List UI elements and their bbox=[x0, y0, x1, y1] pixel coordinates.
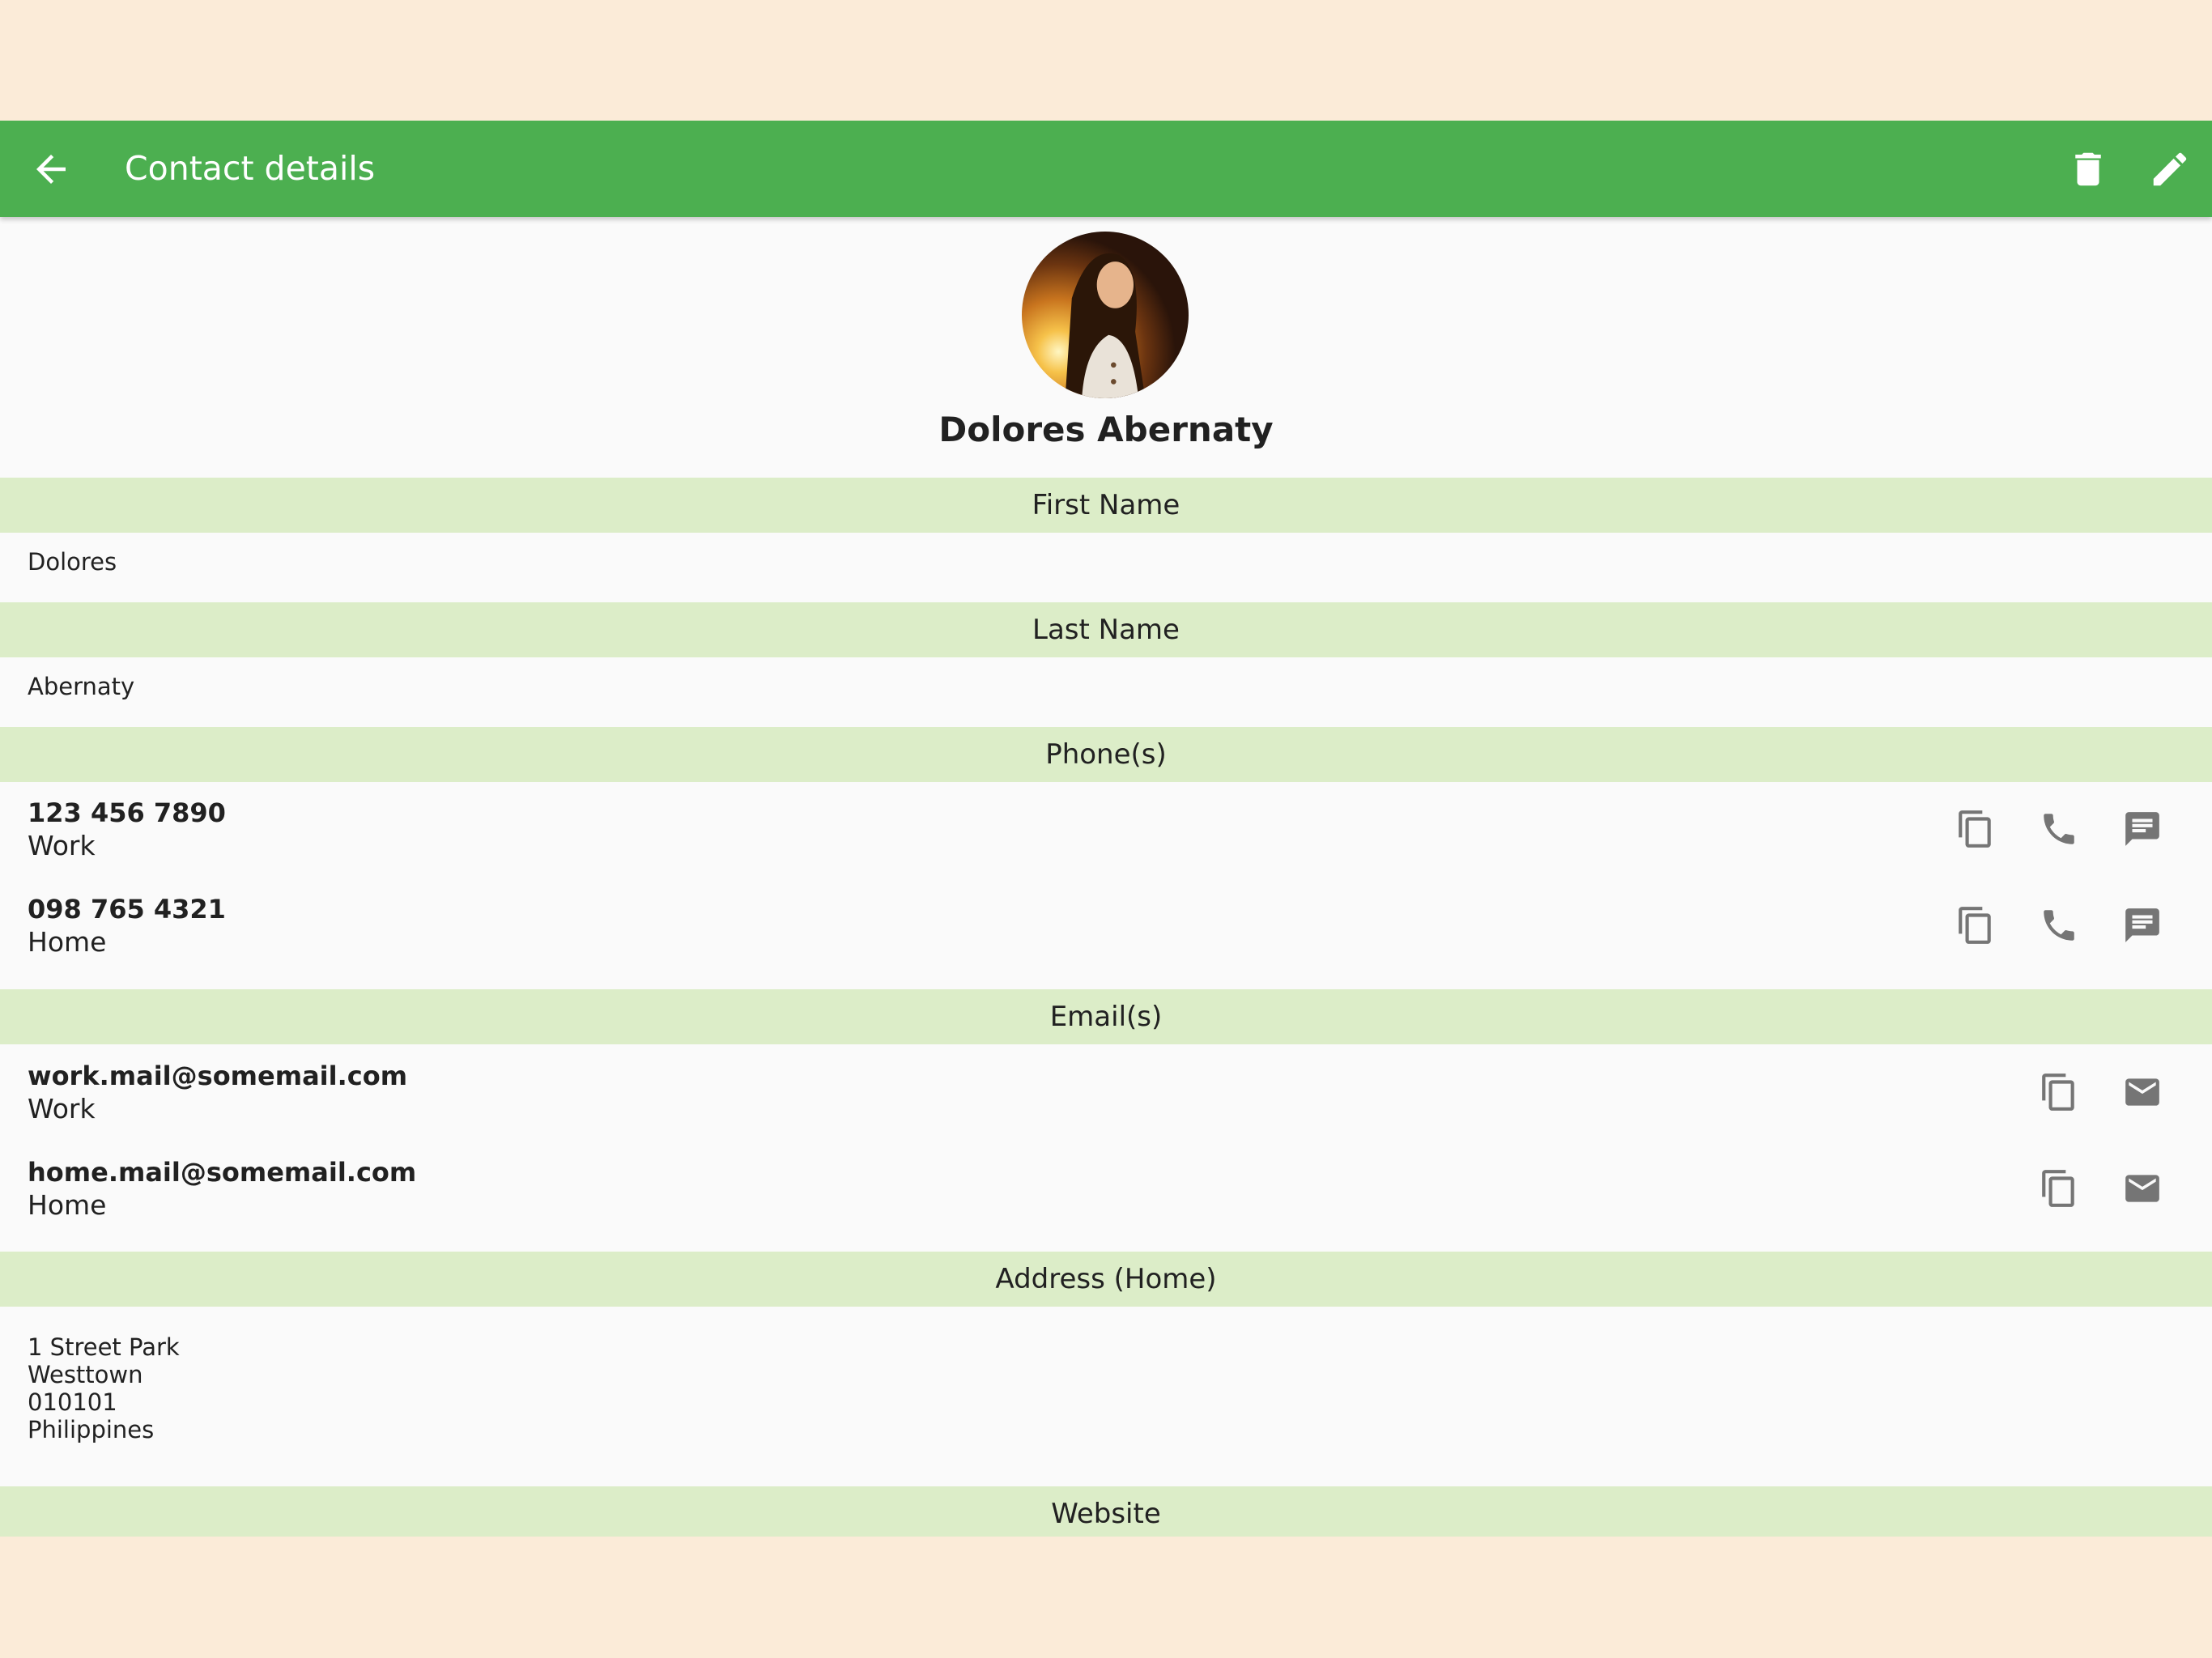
app-bar: Contact details bbox=[0, 121, 2212, 217]
address-street: 1 Street Park bbox=[28, 1333, 180, 1361]
email-type: Home bbox=[28, 1189, 107, 1221]
phone-number: 098 765 4321 bbox=[28, 894, 226, 925]
section-header-last-name: Last Name bbox=[0, 602, 2212, 657]
send-email-button[interactable] bbox=[2122, 1168, 2163, 1209]
address-country: Philippines bbox=[28, 1416, 155, 1443]
edit-icon bbox=[2153, 152, 2187, 186]
avatar-photo bbox=[1022, 232, 1189, 398]
edit-button[interactable] bbox=[2148, 147, 2192, 191]
copy-icon bbox=[1959, 907, 1991, 944]
delete-icon bbox=[2075, 152, 2101, 186]
section-header-address: Address (Home) bbox=[0, 1252, 2212, 1307]
copy-icon bbox=[1959, 810, 1991, 848]
arrow-back-icon bbox=[36, 155, 66, 184]
address-city: Westtown bbox=[28, 1361, 143, 1388]
copy-icon bbox=[2042, 1073, 2074, 1111]
contact-name: Dolores Abernaty bbox=[938, 410, 1274, 449]
copy-phone-button[interactable] bbox=[1955, 809, 1996, 849]
message-icon bbox=[2125, 908, 2159, 942]
message-phone-button[interactable] bbox=[2122, 905, 2163, 946]
first-name-value: Dolores bbox=[28, 548, 117, 576]
phone-icon bbox=[2044, 814, 2074, 844]
call-phone-button[interactable] bbox=[2039, 809, 2079, 849]
message-phone-button[interactable] bbox=[2122, 809, 2163, 849]
section-header-emails: Email(s) bbox=[0, 989, 2212, 1044]
email-icon bbox=[2125, 1078, 2159, 1106]
send-email-button[interactable] bbox=[2122, 1072, 2163, 1112]
email-address: home.mail@somemail.com bbox=[28, 1157, 417, 1188]
section-header-website: Website bbox=[0, 1486, 2212, 1537]
phone-type: Home bbox=[28, 926, 107, 958]
last-name-value: Abernaty bbox=[28, 673, 135, 700]
app-screen: Contact details Dolores Abernaty First N… bbox=[0, 121, 2212, 1537]
email-type: Work bbox=[28, 1093, 96, 1124]
copy-phone-button[interactable] bbox=[1955, 905, 1996, 946]
address-postcode: 010101 bbox=[28, 1388, 117, 1416]
copy-email-button[interactable] bbox=[2039, 1168, 2079, 1209]
contact-avatar bbox=[1022, 232, 1189, 398]
phone-number: 123 456 7890 bbox=[28, 797, 226, 828]
phone-icon bbox=[2044, 910, 2074, 941]
call-phone-button[interactable] bbox=[2039, 905, 2079, 946]
delete-button[interactable] bbox=[2066, 147, 2110, 191]
phone-type: Work bbox=[28, 830, 96, 861]
email-address: work.mail@somemail.com bbox=[28, 1061, 408, 1091]
section-header-first-name: First Name bbox=[0, 478, 2212, 533]
back-button[interactable] bbox=[29, 147, 73, 191]
copy-icon bbox=[2042, 1170, 2074, 1207]
page-title: Contact details bbox=[125, 149, 376, 188]
email-icon bbox=[2125, 1175, 2159, 1202]
message-icon bbox=[2125, 812, 2159, 846]
section-header-phones: Phone(s) bbox=[0, 727, 2212, 782]
copy-email-button[interactable] bbox=[2039, 1072, 2079, 1112]
